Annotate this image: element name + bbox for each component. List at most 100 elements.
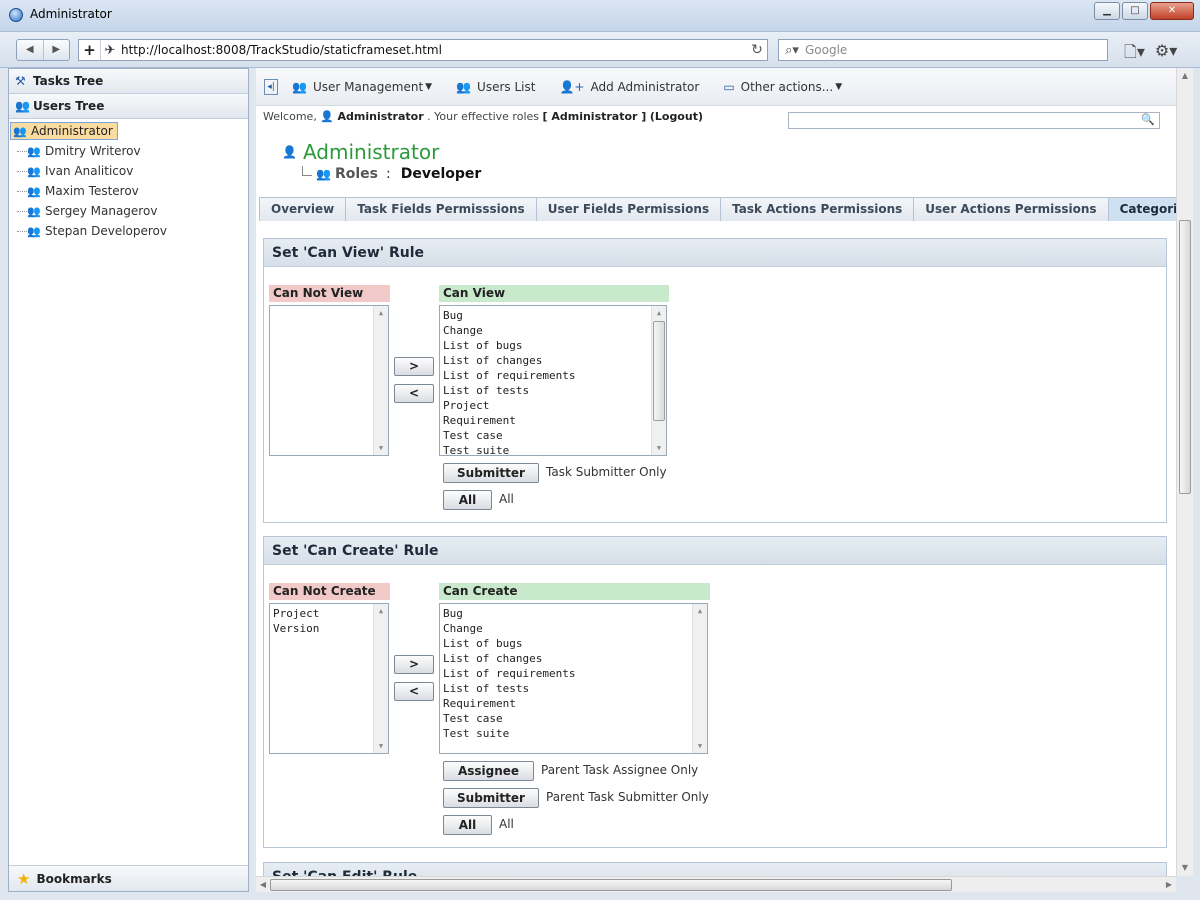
can-not-create-list[interactable]: Project Version ▲ ▼ (269, 603, 389, 754)
back-forward-group: ◀ ▶ (16, 39, 70, 61)
list-option[interactable]: List of bugs (443, 636, 707, 651)
users-tree-header[interactable]: 👥 Users Tree (9, 94, 248, 119)
submitter-button[interactable]: Submitter (443, 788, 539, 808)
search-icon[interactable]: 🔍 (1141, 113, 1155, 126)
scroll-down-icon[interactable]: ▼ (693, 739, 707, 753)
other-actions-menu[interactable]: ▭ Other actions... ▼ (723, 80, 842, 94)
move-right-button[interactable]: > (394, 357, 434, 376)
list-scrollbar[interactable]: ▲ ▼ (692, 604, 707, 753)
reload-icon[interactable]: ↻ (747, 42, 767, 58)
list-option[interactable]: Change (443, 621, 707, 636)
can-view-list[interactable]: Bug Change List of bugs List of changes … (439, 305, 667, 456)
scroll-right-icon[interactable]: ▶ (1162, 877, 1176, 893)
scroll-down-icon[interactable]: ▼ (374, 441, 388, 455)
list-option[interactable]: List of tests (443, 383, 666, 398)
list-scrollbar[interactable]: ▲ ▼ (373, 604, 388, 753)
page-vertical-scrollbar[interactable]: ▲ ▼ (1176, 68, 1193, 876)
back-button[interactable]: ◀ (17, 40, 43, 60)
list-option[interactable]: Test case (443, 428, 666, 443)
scroll-down-icon[interactable]: ▼ (652, 441, 666, 455)
tasks-tree-header[interactable]: ⚒ Tasks Tree (9, 69, 248, 94)
url-text[interactable]: http://localhost:8008/TrackStudio/static… (119, 43, 747, 57)
tab-task-actions-permissions[interactable]: Task Actions Permissions (720, 197, 915, 221)
list-option[interactable]: Requirement (443, 413, 666, 428)
collapse-panel-icon[interactable]: ◂| (264, 78, 278, 95)
search-placeholder: Google (805, 43, 848, 57)
list-option[interactable]: Bug (443, 308, 666, 323)
browser-search-field[interactable]: ⌕▾ Google (778, 39, 1108, 61)
tree-item-label: Stepan Developerov (45, 224, 167, 238)
quick-search-input[interactable]: 🔍 (788, 112, 1160, 129)
tree-item-user[interactable]: 👥 Maxim Testerov (9, 181, 248, 201)
scroll-down-icon[interactable]: ▼ (1177, 860, 1193, 876)
maximize-button[interactable]: □ (1122, 2, 1148, 20)
tab-task-fields-permissions[interactable]: Task Fields Permisssions (345, 197, 537, 221)
close-button[interactable]: ✕ (1150, 2, 1194, 20)
minimize-button[interactable]: ▁ (1094, 2, 1120, 20)
tree-root-selected[interactable]: 👥 Administrator (10, 122, 118, 140)
list-option[interactable]: List of requirements (443, 666, 707, 681)
assignee-button[interactable]: Assignee (443, 761, 534, 781)
page-horizontal-scrollbar[interactable]: ◀ ▶ (256, 876, 1176, 892)
bookmarks-panel[interactable]: ★ Bookmarks (9, 865, 248, 891)
list-option[interactable]: Test case (443, 711, 707, 726)
scroll-up-icon[interactable]: ▲ (693, 604, 707, 618)
user-group-icon: 👥 (27, 184, 41, 198)
all-button[interactable]: All (443, 490, 492, 510)
gear-icon[interactable]: ⚙▾ (1155, 41, 1177, 68)
scroll-left-icon[interactable]: ◀ (256, 877, 270, 893)
move-right-button[interactable]: > (394, 655, 434, 674)
list-option[interactable]: Project (443, 398, 666, 413)
list-option[interactable]: List of changes (443, 651, 707, 666)
list-option[interactable]: List of tests (443, 681, 707, 696)
tree-item-user[interactable]: 👥 Stepan Developerov (9, 221, 248, 241)
search-icon[interactable]: ⌕▾ (779, 43, 805, 58)
all-button[interactable]: All (443, 815, 492, 835)
scroll-up-icon[interactable]: ▲ (374, 306, 388, 320)
list-option[interactable]: Test suite (443, 443, 666, 455)
list-scrollbar[interactable]: ▲ ▼ (373, 306, 388, 455)
address-bar[interactable]: + ✈ http://localhost:8008/TrackStudio/st… (78, 39, 768, 61)
list-option[interactable]: Requirement (443, 696, 707, 711)
page-menu-icon[interactable]: 🗋▾ (1124, 41, 1145, 68)
tab-overview[interactable]: Overview (259, 197, 347, 221)
new-tab-plus-icon[interactable]: + (79, 40, 101, 60)
can-not-view-list[interactable]: ▲ ▼ (269, 305, 389, 456)
tree-item-user[interactable]: 👥 Ivan Analiticov (9, 161, 248, 181)
tab-user-actions-permissions[interactable]: User Actions Permissions (913, 197, 1109, 221)
tree-item-user[interactable]: 👥 Dmitry Writerov (9, 141, 248, 161)
list-option[interactable]: Project (273, 606, 388, 621)
list-option[interactable]: Bug (443, 606, 707, 621)
welcome-user[interactable]: Administrator (338, 110, 424, 123)
scroll-up-icon[interactable]: ▲ (374, 604, 388, 618)
logout-link[interactable]: (Logout) (650, 110, 703, 123)
all-description: All (499, 492, 514, 506)
users-list-button[interactable]: 👥 Users List (456, 80, 535, 94)
scroll-up-icon[interactable]: ▲ (652, 306, 666, 320)
forward-button[interactable]: ▶ (42, 40, 70, 60)
can-create-list[interactable]: Bug Change List of bugs List of changes … (439, 603, 708, 754)
scroll-up-icon[interactable]: ▲ (1177, 68, 1193, 84)
tree-item-user[interactable]: 👥 Sergey Managerov (9, 201, 248, 221)
tree-root-node[interactable]: 👥 Administrator (9, 121, 248, 141)
user-management-menu[interactable]: 👥 User Management ▼ (292, 80, 432, 94)
tab-categories[interactable]: Categories (1107, 197, 1176, 221)
users-tree-icon: 👥 (15, 99, 30, 113)
move-left-button[interactable]: < (394, 682, 434, 701)
page-hscroll-thumb[interactable] (270, 879, 952, 891)
scroll-down-icon[interactable]: ▼ (374, 739, 388, 753)
can-create-section: Set 'Can Create' Rule Can Not Create Pro… (263, 536, 1167, 848)
list-option[interactable]: Change (443, 323, 666, 338)
add-administrator-button[interactable]: 👤+ Add Administrator (559, 80, 699, 94)
list-option[interactable]: List of changes (443, 353, 666, 368)
tab-user-fields-permissions[interactable]: User Fields Permissions (535, 197, 722, 221)
list-option[interactable]: Test suite (443, 726, 707, 741)
submitter-button[interactable]: Submitter (443, 463, 539, 483)
list-option[interactable]: List of bugs (443, 338, 666, 353)
list-option[interactable]: Version (273, 621, 388, 636)
list-option[interactable]: List of requirements (443, 368, 666, 383)
move-left-button[interactable]: < (394, 384, 434, 403)
list-scrollbar[interactable]: ▲ ▼ (651, 306, 666, 455)
page-scroll-thumb[interactable] (1179, 220, 1191, 494)
scroll-thumb[interactable] (653, 321, 665, 421)
